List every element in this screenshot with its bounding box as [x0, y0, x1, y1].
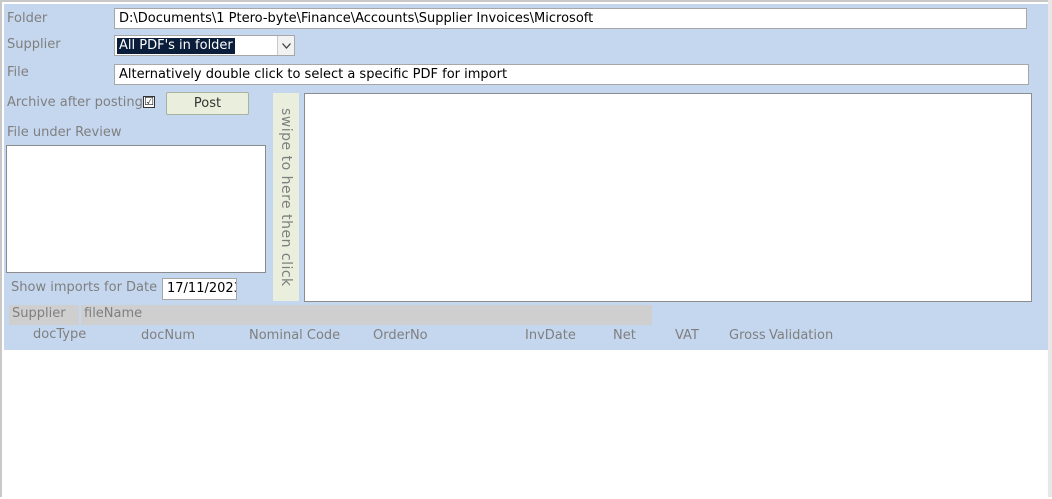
file-under-review-label: File under Review — [7, 125, 122, 140]
show-imports-label: Show imports for Date — [11, 280, 158, 295]
column-header-orderno[interactable]: OrderNo — [373, 328, 428, 343]
archive-checkbox[interactable]: ☑ — [143, 96, 155, 108]
imports-detail-list[interactable] — [4, 350, 1050, 499]
column-header-doctype[interactable]: docType — [33, 327, 86, 342]
folder-label: Folder — [7, 11, 48, 26]
group-header-supplier: Supplier — [9, 305, 79, 325]
folder-field[interactable]: D:\Documents\1 Ptero-byte\Finance\Accoun… — [114, 8, 1027, 29]
swipe-target[interactable]: swipe to here then click — [273, 93, 299, 301]
show-imports-date-field[interactable]: 17/11/2023 — [162, 278, 237, 300]
column-header-net[interactable]: Net — [613, 328, 636, 343]
column-header-docnum[interactable]: docNum — [141, 328, 195, 343]
column-header-nominal-code[interactable]: Nominal Code — [249, 328, 340, 343]
supplier-selected-value: All PDF's in folder — [117, 38, 235, 54]
column-header-gross[interactable]: Gross — [729, 328, 766, 343]
supplier-label: Supplier — [7, 37, 61, 52]
import-form: Folder D:\Documents\1 Ptero-byte\Finance… — [0, 0, 1052, 499]
supplier-combo[interactable]: All PDF's in folder — [114, 35, 295, 56]
file-label: File — [7, 65, 29, 80]
archive-label: Archive after posting — [7, 95, 143, 110]
column-header-invdate[interactable]: InvDate — [525, 328, 576, 343]
file-field[interactable]: Alternatively double click to select a s… — [114, 64, 1029, 85]
column-header-validation[interactable]: Validation — [769, 328, 833, 343]
swipe-text: swipe to here then click — [278, 107, 294, 287]
form-header: Folder D:\Documents\1 Ptero-byte\Finance… — [4, 4, 1050, 350]
window-edge — [1048, 0, 1052, 497]
file-under-review-list[interactable] — [6, 145, 266, 273]
pdf-preview-pane[interactable] — [304, 93, 1032, 302]
chevron-down-icon[interactable] — [277, 36, 294, 55]
post-button[interactable]: Post — [166, 92, 249, 115]
column-header-vat[interactable]: VAT — [675, 328, 699, 343]
group-header-filename: fileName — [81, 305, 652, 325]
